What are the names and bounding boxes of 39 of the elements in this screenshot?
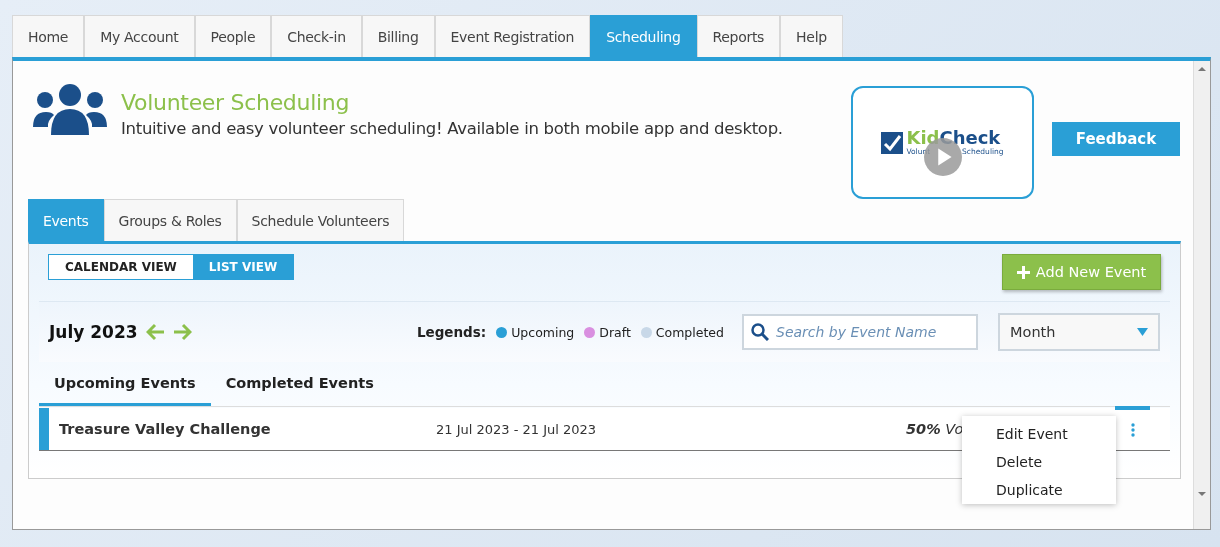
arrow-left-icon[interactable] xyxy=(145,323,166,341)
nav-tab[interactable]: Help xyxy=(780,15,843,57)
nav-tab[interactable]: Home xyxy=(12,15,85,57)
scrollbar[interactable] xyxy=(1193,61,1210,529)
arrow-right-icon[interactable] xyxy=(171,323,192,341)
search-field[interactable]: Search by Event Name xyxy=(742,314,978,350)
nav-tab[interactable]: Billing xyxy=(361,15,435,57)
checkmark-icon xyxy=(881,131,904,154)
nav-tab[interactable]: People xyxy=(194,15,272,57)
logo-text: Check xyxy=(939,129,1001,147)
nav-tab[interactable]: My Account xyxy=(84,15,195,57)
legend-label: Completed xyxy=(655,324,724,340)
page-title: Volunteer Scheduling xyxy=(121,90,351,115)
caret-icon xyxy=(1137,328,1148,336)
scroll-down-icon[interactable] xyxy=(1197,489,1207,499)
menu-item[interactable]: Delete xyxy=(962,448,1116,476)
event-name: Treasure Valley Challenge xyxy=(58,421,272,437)
section-tab[interactable]: Schedule Volunteers xyxy=(236,199,405,241)
view-toggle[interactable]: CALENDAR VIEW xyxy=(49,255,193,279)
scroll-up-icon[interactable] xyxy=(1197,64,1207,74)
nav-tab[interactable]: Event Registration xyxy=(434,15,591,57)
nav-tab[interactable]: Reports xyxy=(696,15,781,57)
menu-item[interactable]: Duplicate xyxy=(962,476,1116,504)
plus-icon xyxy=(1016,265,1030,279)
legends-label: Legends: xyxy=(416,324,487,340)
section-tab[interactable]: Groups & Roles xyxy=(103,199,237,241)
volunteer-fill: 50% Vo xyxy=(906,421,964,437)
month-label: July 2023 xyxy=(49,322,138,342)
people-icon xyxy=(33,83,107,137)
range-dropdown[interactable]: Month xyxy=(998,313,1160,351)
legend-label: Upcoming xyxy=(511,324,575,340)
event-tab[interactable]: Completed Events xyxy=(210,362,389,406)
event-dates: 21 Jul 2023 - 21 Jul 2023 xyxy=(436,421,598,437)
logo-text: Kid xyxy=(906,129,940,147)
menu-item[interactable]: Edit Event xyxy=(962,420,1116,448)
page-subtitle: Intuitive and easy volunteer scheduling! Available in both mobile app and desktop. xyxy=(121,119,784,138)
nav-tab[interactable]: Check-in xyxy=(271,15,362,57)
more-icon xyxy=(1130,423,1135,437)
legend-label: Draft xyxy=(599,324,631,340)
